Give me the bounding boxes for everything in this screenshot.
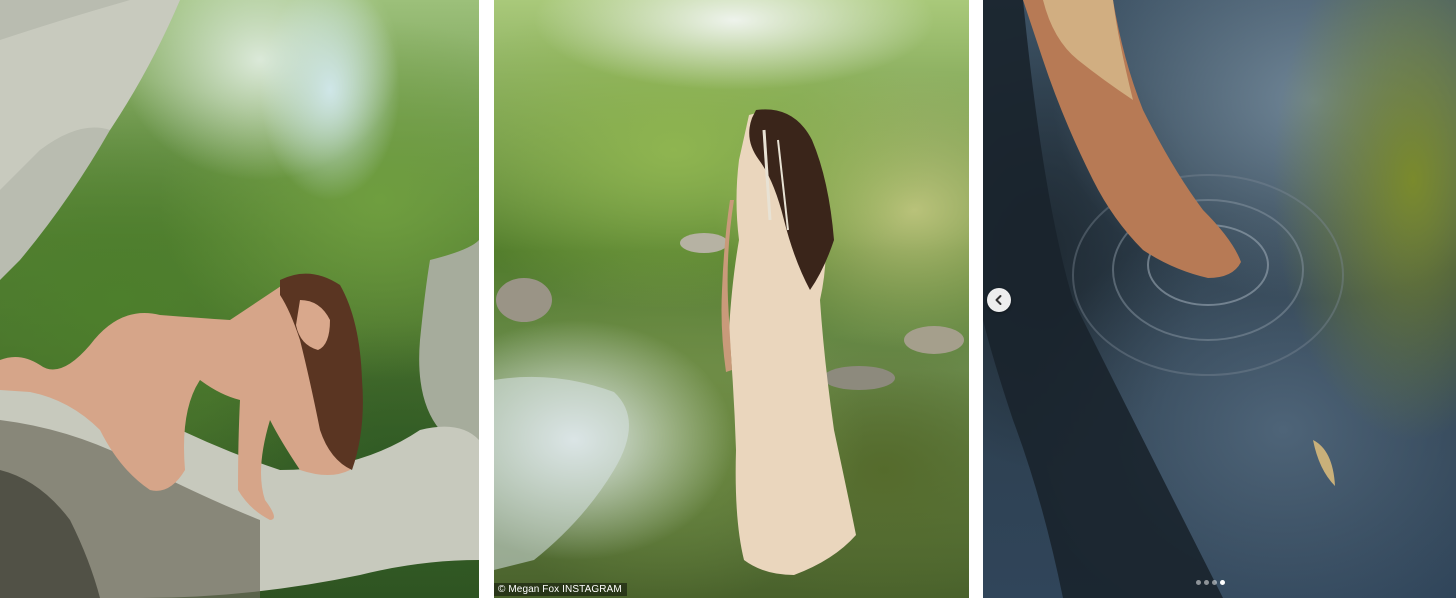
- photo-stream: [494, 0, 969, 598]
- photo-tree-branch-scene: [0, 0, 479, 598]
- chevron-left-icon: [995, 295, 1002, 305]
- carousel-dot[interactable]: [1204, 580, 1209, 585]
- carousel-dot-active[interactable]: [1220, 580, 1225, 585]
- photo-credit-caption: © Megan Fox INSTAGRAM: [494, 583, 627, 596]
- photo-foot-water-scene: [983, 0, 1344, 598]
- photo-tree-branch: [0, 0, 479, 598]
- photo-foot-water: [983, 0, 1456, 598]
- carousel-dot[interactable]: [1196, 580, 1201, 585]
- photo-stream-scene: [494, 109, 964, 576]
- carousel-dot[interactable]: [1212, 580, 1217, 585]
- carousel-pagination: [1196, 580, 1225, 585]
- carousel-previous-button[interactable]: [987, 288, 1011, 312]
